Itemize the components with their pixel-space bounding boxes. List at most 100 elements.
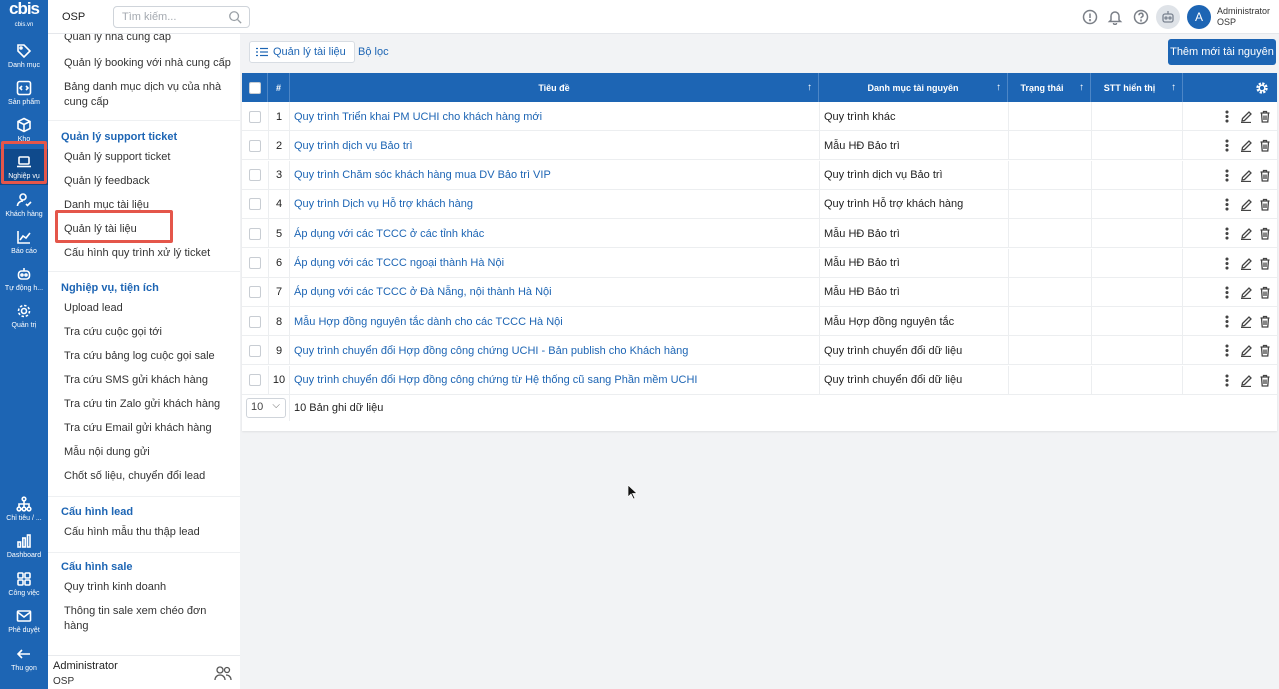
rail-item-tag[interactable]: Danh mục (0, 38, 48, 74)
sidebar-item-quan-ly-tai-lieu[interactable]: Quản lý tài liệu (64, 222, 234, 237)
sort-arrow-icon[interactable]: ↑ (1171, 82, 1176, 93)
row-checkbox[interactable] (249, 110, 261, 123)
edit-icon[interactable] (1240, 286, 1252, 299)
header-title[interactable]: Tiêu đề ↑ (290, 73, 819, 102)
rail-item-bar-chart[interactable]: Dashboard (0, 528, 48, 564)
edit-icon[interactable] (1240, 169, 1252, 182)
row-checkbox[interactable] (249, 169, 261, 182)
row-checkbox[interactable] (249, 286, 261, 299)
more-vertical-icon[interactable] (1221, 110, 1233, 123)
edit-icon[interactable] (1240, 344, 1252, 358)
sidebar-item-upload-lead[interactable]: Upload lead (64, 301, 234, 316)
sidebar-item-sms[interactable]: Tra cứu SMS gửi khách hàng (64, 373, 234, 388)
table-row[interactable]: 6 Áp dụng với các TCCC ngoại thành Hà Nội… (242, 248, 1277, 278)
row-title-link[interactable]: Quy trình chuyển đổi Hợp đồng công chứng… (294, 374, 698, 386)
rail-item-laptop[interactable]: Nghiệp vụ (0, 149, 48, 185)
rail-item-line-chart[interactable]: Báo cáo (0, 224, 48, 260)
table-row[interactable]: 8 Mẫu Hợp đồng nguyên tắc dành cho các TC… (242, 307, 1277, 337)
rail-item-grid[interactable]: Công việc (0, 566, 48, 602)
add-resource-button[interactable]: Thêm mới tài nguyên (1168, 39, 1276, 65)
table-row[interactable]: 10 Quy trình chuyển đổi Hợp đồng công chứ… (242, 365, 1277, 395)
trash-icon[interactable] (1259, 110, 1271, 123)
sidebar-item-cau-hinh-ticket[interactable]: Cấu hình quy trình xử lý ticket (64, 246, 234, 261)
sidebar-item-bang-danh-muc[interactable]: Bảng danh mục dịch vụ của nhà cung cấp (64, 80, 234, 110)
trash-icon[interactable] (1259, 344, 1271, 358)
info-icon[interactable] (1082, 9, 1098, 25)
row-checkbox[interactable] (249, 198, 261, 211)
more-vertical-icon[interactable] (1221, 315, 1233, 328)
table-row[interactable]: 3 Quy trình Chăm sóc khách hàng mua DV Bả… (242, 160, 1277, 190)
row-title-link[interactable]: Mẫu Hợp đồng nguyên tắc dành cho các TCC… (294, 316, 563, 328)
more-vertical-icon[interactable] (1221, 374, 1233, 387)
sidebar-item-mau-thu-thap-lead[interactable]: Cấu hình mẫu thu thập lead (64, 525, 234, 540)
trash-icon[interactable] (1259, 257, 1271, 270)
row-title-link[interactable]: Quy trình dịch vụ Bảo trì (294, 140, 413, 152)
rail-item-hierarchy[interactable]: Chỉ tiêu / ... (0, 491, 48, 527)
trash-icon[interactable] (1259, 169, 1271, 182)
tab-quan-ly-tai-lieu[interactable]: Quản lý tài liệu (249, 41, 355, 63)
sidebar-item-zalo[interactable]: Tra cứu tin Zalo gửi khách hàng (64, 397, 234, 412)
row-title-link[interactable]: Quy trình Chăm sóc khách hàng mua DV Bảo… (294, 169, 551, 181)
edit-icon[interactable] (1240, 257, 1252, 270)
rail-item-box[interactable]: Kho (0, 112, 48, 148)
sidebar-item-booking[interactable]: Quản lý booking với nhà cung cấp (64, 56, 234, 71)
row-title-link[interactable]: Quy trình Dịch vụ Hỗ trợ khách hàng (294, 198, 473, 210)
table-row[interactable]: 4 Quy trình Dịch vụ Hỗ trợ khách hàng Quy … (242, 189, 1277, 219)
rail-item-gear[interactable]: Quản trị (0, 298, 48, 334)
avatar[interactable]: A (1187, 5, 1211, 29)
more-vertical-icon[interactable] (1221, 227, 1233, 240)
row-title-link[interactable]: Quy trình Triển khai PM UCHI cho khách h… (294, 111, 542, 123)
sidebar-item-log-cuoc-goi[interactable]: Tra cứu bảng log cuộc gọi sale (64, 349, 234, 364)
row-checkbox[interactable] (249, 227, 261, 240)
header-status[interactable]: Trạng thái ↑ (1008, 73, 1091, 102)
sort-arrow-icon[interactable]: ↑ (996, 82, 1001, 93)
app-logo[interactable]: cbis cbis.vn (0, 0, 48, 34)
edit-icon[interactable] (1240, 227, 1252, 241)
row-title-link[interactable]: Áp dụng với các TCCC ở Đà Nẵng, nội thàn… (294, 286, 552, 298)
rail-item-arrow-left[interactable]: Thu gọn (0, 641, 48, 677)
sort-arrow-icon[interactable]: ↑ (807, 82, 812, 93)
rail-item-mail-check[interactable]: Phê duyệt (0, 603, 48, 639)
sidebar-item-quy-trinh-kinh-doanh[interactable]: Quy trình kinh doanh (64, 580, 234, 595)
header-category[interactable]: Danh mục tài nguyên ↑ (819, 73, 1008, 102)
page-size-select[interactable]: 10 ⌵ (246, 398, 286, 418)
table-row[interactable]: 1 Quy trình Triển khai PM UCHI cho khách … (242, 102, 1277, 131)
table-row[interactable]: 9 Quy trình chuyển đổi Hợp đồng công chứn… (242, 336, 1277, 366)
search-icon[interactable] (228, 10, 242, 24)
trash-icon[interactable] (1259, 315, 1271, 328)
trash-icon[interactable] (1259, 286, 1271, 299)
sidebar-item-nha-cung-cap[interactable]: Quản lý nhà cung cấp (64, 34, 234, 46)
row-checkbox[interactable] (249, 139, 261, 152)
edit-icon[interactable] (1240, 198, 1252, 212)
edit-icon[interactable] (1240, 374, 1252, 387)
trash-icon[interactable] (1259, 374, 1271, 387)
rail-item-robot[interactable]: Tự động h... (0, 261, 48, 297)
more-vertical-icon[interactable] (1221, 139, 1233, 152)
row-checkbox[interactable] (249, 315, 261, 328)
trash-icon[interactable] (1259, 227, 1271, 240)
tab-bo-loc[interactable]: Bộ lọc (358, 41, 389, 63)
select-all-checkbox[interactable] (248, 81, 261, 94)
sidebar-item-danh-muc-tai-lieu[interactable]: Danh mục tài liệu (64, 198, 234, 213)
bell-icon[interactable] (1107, 9, 1123, 26)
rail-item-user-check[interactable]: Khách hàng (0, 187, 48, 223)
trash-icon[interactable] (1259, 139, 1271, 152)
header-order[interactable]: STT hiển thị ↑ (1091, 73, 1183, 102)
table-row[interactable]: 2 Quy trình dịch vụ Bảo trì Mẫu HĐ Bảo trì (242, 131, 1277, 161)
more-vertical-icon[interactable] (1221, 344, 1233, 357)
sidebar-item-cuoc-goi-toi[interactable]: Tra cứu cuộc gọi tới (64, 325, 234, 340)
row-checkbox[interactable] (249, 257, 261, 269)
trash-icon[interactable] (1259, 198, 1271, 211)
edit-icon[interactable] (1240, 110, 1252, 124)
more-vertical-icon[interactable] (1221, 286, 1233, 299)
robot-assistant-icon[interactable] (1156, 5, 1180, 29)
help-icon[interactable] (1133, 9, 1149, 25)
rail-item-code[interactable]: Sản phẩm (0, 75, 48, 111)
more-vertical-icon[interactable] (1221, 198, 1233, 211)
edit-icon[interactable] (1240, 139, 1252, 153)
row-title-link[interactable]: Áp dụng với các TCCC ngoại thành Hà Nội (294, 257, 504, 269)
edit-icon[interactable] (1240, 315, 1252, 329)
row-title-link[interactable]: Quy trình chuyển đổi Hợp đồng công chứng… (294, 345, 688, 357)
sidebar-item-feedback[interactable]: Quản lý feedback (64, 174, 234, 189)
users-icon[interactable] (214, 665, 232, 681)
